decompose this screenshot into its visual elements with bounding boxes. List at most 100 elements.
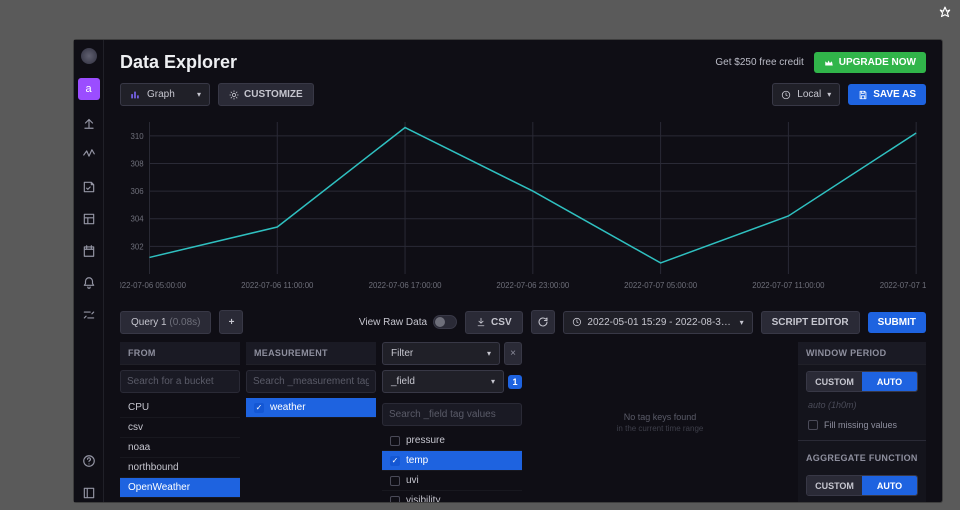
checkbox-icon [254, 403, 264, 413]
list-item[interactable]: visibility [382, 491, 522, 502]
add-query-button[interactable]: + [219, 310, 243, 334]
query-bar: Query 1 (0.08s) + View Raw Data CSV 2022… [104, 306, 942, 342]
checkbox-icon [390, 456, 400, 466]
chevron-down-icon: ▾ [827, 90, 831, 99]
time-range-dropdown[interactable]: 2022-05-01 15:29 - 2022-08-31… ▾ [563, 311, 753, 334]
chart[interactable]: 302304306308310 2022-07-06 05:00:002022-… [120, 114, 926, 298]
timezone-dropdown[interactable]: Local ▾ [772, 83, 840, 106]
svg-text:306: 306 [130, 187, 144, 196]
filter-search-input[interactable] [382, 403, 522, 426]
topbar: Data Explorer Get $250 free credit UPGRA… [104, 40, 942, 83]
from-panel: FROM CPUcsvnoaanorthboundOpenWeathertest… [120, 342, 240, 502]
viz-type-dropdown[interactable]: Graph ▾ [120, 83, 210, 106]
window-hint: auto (1h0m) [798, 398, 926, 416]
list-item-label: temp [406, 455, 428, 466]
tags-panel: No tag keys found in the current time ra… [528, 342, 792, 502]
field-key-dropdown[interactable]: _field ▾ [382, 370, 504, 393]
list-item[interactable]: test [120, 498, 240, 502]
list-item-label: pressure [406, 435, 445, 446]
filter-mode-dropdown[interactable]: Filter ▾ [382, 342, 500, 365]
window-custom-button[interactable]: CUSTOM [807, 372, 862, 391]
from-search-input[interactable] [120, 370, 240, 393]
list-item[interactable]: csv [120, 418, 240, 438]
app-window: a Data Explorer Get $250 free credit UPG… [74, 40, 942, 502]
window-panel: WINDOW PERIOD CUSTOM AUTO auto (1h0m) Fi… [798, 342, 926, 502]
measurement-panel: MEASUREMENT weather [246, 342, 376, 502]
logo-icon [81, 48, 97, 64]
settings-icon[interactable] [80, 306, 98, 324]
chevron-down-icon: ▾ [740, 318, 744, 327]
list-item[interactable]: pressure [382, 431, 522, 451]
aggregate-mode-segment[interactable]: CUSTOM AUTO [806, 475, 918, 496]
pin-icon[interactable] [938, 6, 952, 23]
clock-icon [781, 90, 791, 100]
svg-text:2022-07-07 05:00:00: 2022-07-07 05:00:00 [624, 281, 698, 290]
svg-text:308: 308 [130, 159, 144, 168]
measurement-search-input[interactable] [246, 370, 376, 393]
submit-button[interactable]: SUBMIT [868, 312, 926, 333]
tasks-icon[interactable] [80, 242, 98, 260]
list-item-label: OpenWeather [128, 482, 190, 493]
panel-header-aggregate: AGGREGATE FUNCTION [798, 447, 926, 469]
svg-text:2022-07-06 23:00:00: 2022-07-06 23:00:00 [496, 281, 570, 290]
window-mode-segment[interactable]: CUSTOM AUTO [806, 371, 918, 392]
refresh-icon [537, 316, 549, 328]
upgrade-button[interactable]: UPGRADE NOW [814, 52, 926, 73]
filter-count-badge: 1 [508, 375, 522, 389]
credit-text[interactable]: Get $250 free credit [715, 57, 803, 68]
dashboard-icon[interactable] [80, 210, 98, 228]
page-title: Data Explorer [120, 52, 237, 73]
window-auto-button[interactable]: AUTO [862, 372, 917, 391]
list-item[interactable]: northbound [120, 458, 240, 478]
save-icon [858, 90, 868, 100]
list-item[interactable]: uvi [382, 471, 522, 491]
panel-header-window: WINDOW PERIOD [798, 342, 926, 365]
builder-panels: FROM CPUcsvnoaanorthboundOpenWeathertest… [104, 342, 942, 502]
list-item-label: visibility [406, 495, 440, 502]
nav-item-a[interactable]: a [78, 78, 100, 100]
list-item[interactable]: temp [382, 451, 522, 471]
script-editor-button[interactable]: SCRIPT EDITOR [761, 311, 860, 334]
svg-text:2022-07-06 05:00:00: 2022-07-06 05:00:00 [120, 281, 187, 290]
download-icon [476, 317, 486, 327]
gear-icon [229, 90, 239, 100]
list-item-label: noaa [128, 442, 150, 453]
upload-icon[interactable] [80, 114, 98, 132]
save-as-button[interactable]: SAVE AS [848, 84, 926, 105]
svg-text:2022-07-07 11:00:00: 2022-07-07 11:00:00 [752, 281, 825, 290]
alerts-icon[interactable] [80, 274, 98, 292]
svg-text:304: 304 [130, 215, 144, 224]
viz-toolbar: Graph ▾ CUSTOMIZE Local ▾ SAVE AS [104, 83, 942, 114]
refresh-button[interactable] [531, 310, 555, 334]
list-item[interactable]: weather [246, 398, 376, 418]
aggregate-custom-button[interactable]: CUSTOM [807, 476, 862, 495]
notebook-icon[interactable] [80, 178, 98, 196]
svg-text:310: 310 [130, 132, 144, 141]
help-icon[interactable] [80, 452, 98, 470]
csv-button[interactable]: CSV [465, 311, 523, 334]
panel-header-measurement: MEASUREMENT [246, 342, 376, 365]
chevron-down-icon: ▾ [491, 377, 495, 386]
crown-icon [824, 58, 834, 68]
list-item[interactable]: CPU [120, 398, 240, 418]
fill-missing-row[interactable]: Fill missing values [798, 416, 926, 434]
query-tab[interactable]: Query 1 (0.08s) [120, 311, 211, 334]
checkbox-icon [390, 476, 400, 486]
list-item[interactable]: noaa [120, 438, 240, 458]
list-item-label: csv [128, 422, 143, 433]
main-content: Data Explorer Get $250 free credit UPGRA… [104, 40, 942, 502]
explore-icon[interactable] [80, 146, 98, 164]
remove-filter-button[interactable]: × [504, 342, 522, 365]
no-tags-sub: in the current time range [617, 424, 704, 433]
list-item-label: CPU [128, 402, 149, 413]
aggregate-auto-button[interactable]: AUTO [862, 476, 917, 495]
bar-chart-icon [129, 90, 141, 100]
raw-data-toggle[interactable] [433, 315, 457, 329]
chevron-down-icon: ▾ [197, 90, 201, 99]
svg-text:2022-07-06 11:00:00: 2022-07-06 11:00:00 [241, 281, 314, 290]
list-item[interactable]: OpenWeather [120, 478, 240, 498]
collapse-icon[interactable] [80, 484, 98, 502]
checkbox-icon [390, 436, 400, 446]
customize-button[interactable]: CUSTOMIZE [218, 83, 314, 106]
checkbox-icon [808, 420, 818, 430]
